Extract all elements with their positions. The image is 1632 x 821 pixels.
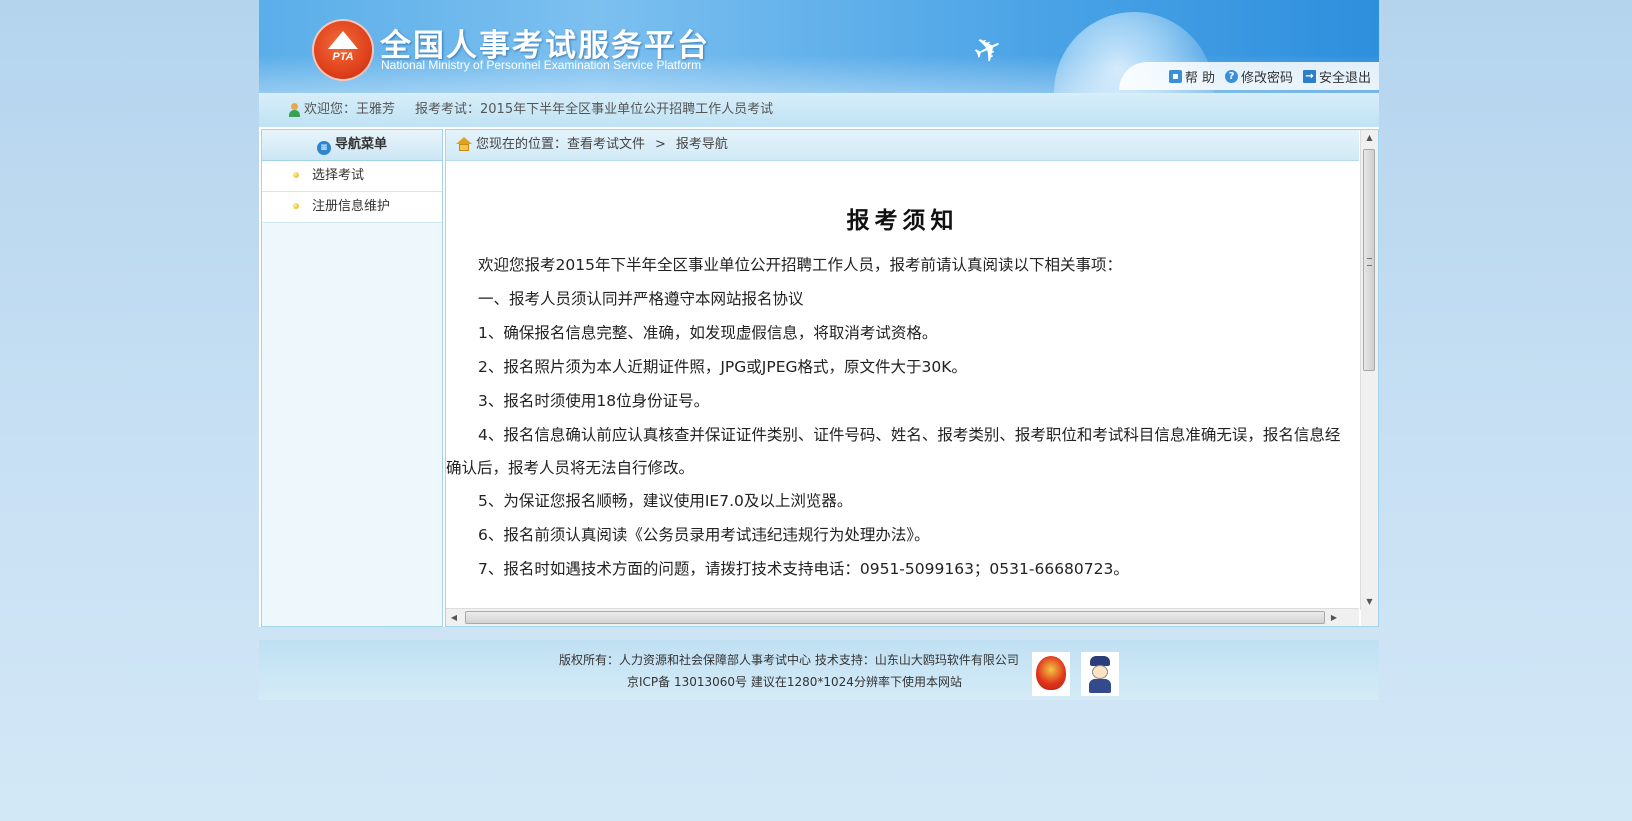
- nav-sidebar: ≡ 导航菜单 选择考试 注册信息维护: [261, 129, 443, 627]
- nav-menu-header: ≡ 导航菜单: [262, 130, 442, 161]
- header-toolbar: ▪ 帮 助 ? 修改密码 → 安全退出: [1118, 62, 1379, 90]
- notice-paragraph: 一、报考人员须认同并严格遵守本网站报名协议: [478, 290, 804, 308]
- vertical-scrollbar[interactable]: ▲ ▼: [1360, 130, 1378, 610]
- cyber-police-icon[interactable]: [1081, 652, 1119, 696]
- horizontal-scrollbar[interactable]: ◀ ▶: [446, 608, 1359, 626]
- user-icon: [288, 103, 301, 117]
- vertical-scroll-thumb[interactable]: [1363, 149, 1375, 371]
- pta-logo: PTA: [312, 19, 374, 81]
- breadcrumb-prefix: 您现在的位置：查看考试文件: [476, 137, 646, 152]
- footer-copyright: 版权所有：人力资源和社会保障部人事考试中心 技术支持：山东山大鸥玛软件有限公司: [559, 653, 1019, 667]
- menu-icon: ≡: [316, 141, 331, 155]
- notice-paragraph: 3、报名时须使用18位身份证号。: [478, 392, 710, 410]
- scroll-down-icon[interactable]: ▼: [1361, 594, 1378, 610]
- home-icon: [456, 137, 472, 152]
- welcome-greeting: 欢迎您：王雅芳: [304, 102, 396, 117]
- notice-paragraph: 2、报名照片须为本人近期证件照，JPG或JPEG格式，原文件大于30K。: [478, 358, 967, 376]
- scroll-right-icon[interactable]: ▶: [1326, 609, 1342, 626]
- police-badge-icon[interactable]: [1032, 652, 1070, 696]
- scroll-up-icon[interactable]: ▲: [1361, 130, 1378, 146]
- footer-icp: 京ICP备 13013060号 建议在1280*1024分辨率下使用本网站: [627, 675, 962, 689]
- help-link[interactable]: ▪ 帮 助: [1168, 67, 1215, 86]
- content-panel: 您现在的位置：查看考试文件 > 报考导航 报考须知 欢迎您报考2015年下半年全区事…: [445, 129, 1379, 627]
- notice-document: 报考须知 欢迎您报考2015年下半年全区事业单位公开招聘工作人员，报考前请认真阅…: [446, 161, 1359, 593]
- breadcrumb: 您现在的位置：查看考试文件 > 报考导航: [446, 130, 1359, 161]
- horizontal-scroll-thumb[interactable]: [465, 611, 1325, 624]
- footer: 版权所有：人力资源和社会保障部人事考试中心 技术支持：山东山大鸥玛软件有限公司 …: [259, 640, 1379, 700]
- notice-title: 报考须知: [846, 208, 959, 234]
- notice-paragraph: 6、报名前须认真阅读《公务员录用考试违纪违规行为处理办法》。: [478, 526, 930, 544]
- question-icon: ?: [1224, 69, 1238, 83]
- notice-paragraph: 欢迎您报考2015年下半年全区事业单位公开招聘工作人员，报考前请认真阅读以下相关…: [478, 256, 1122, 274]
- page: ✈ PTA 全国人事考试服务平台 National Ministry of Pe…: [259, 0, 1379, 700]
- notice-paragraph: 7、报名时如遇技术方面的问题，请拨打技术支持电话：0951-5099163；05…: [478, 560, 1129, 578]
- bullet-icon: [293, 172, 299, 178]
- bullet-icon: [293, 203, 299, 209]
- lock-icon: ▪: [1168, 69, 1182, 83]
- header-banner: ✈ PTA 全国人事考试服务平台 National Ministry of Pe…: [259, 0, 1379, 93]
- welcome-bar: 欢迎您：王雅芳 报考考试：2015年下半年全区事业单位公开招聘工作人员考试: [259, 93, 1379, 128]
- sidebar-item-select-exam[interactable]: 选择考试: [262, 161, 442, 192]
- notice-paragraph: 1、确保报名信息完整、准确，如发现虚假信息，将取消考试资格。: [478, 324, 938, 342]
- change-password-link[interactable]: ? 修改密码: [1224, 67, 1293, 86]
- site-subtitle: National Ministry of Personnel Examinati…: [381, 58, 702, 72]
- sidebar-item-registration-info[interactable]: 注册信息维护: [262, 192, 442, 223]
- notice-paragraph: 5、为保证您报名顺畅，建议使用IE7.0及以上浏览器。: [478, 492, 853, 510]
- breadcrumb-current: 报考导航: [675, 137, 728, 152]
- current-exam: 报考考试：2015年下半年全区事业单位公开招聘工作人员考试: [415, 102, 774, 117]
- logout-link[interactable]: → 安全退出: [1302, 67, 1371, 86]
- exit-icon: →: [1302, 69, 1316, 83]
- scroll-left-icon[interactable]: ◀: [446, 609, 462, 626]
- notice-paragraph: 4、报名信息确认前应认真核查并保证证件类别、证件号码、姓名、报考类别、报考职位和…: [446, 426, 1341, 477]
- main-area: ≡ 导航菜单 选择考试 注册信息维护 您现在的位置：查看考试文件 > 报考导航 报考须…: [259, 127, 1379, 627]
